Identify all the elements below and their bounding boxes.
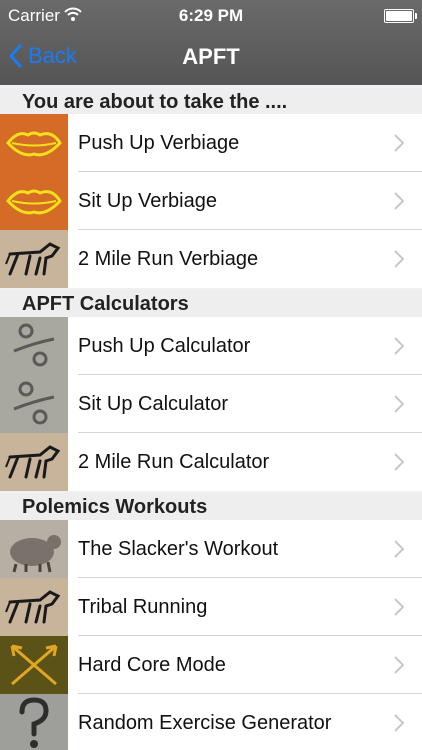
section-header-verbiage: You are about to take the .... — [0, 88, 422, 116]
list-item-push-up-verbiage[interactable]: Push Up Verbiage — [0, 114, 422, 172]
horse-icon — [0, 433, 68, 491]
status-bar: Carrier 6:29 PM — [0, 0, 422, 30]
chevron-right-icon — [394, 656, 404, 674]
lips-icon — [0, 172, 68, 230]
list-item-push-up-calculator[interactable]: Push Up Calculator — [0, 317, 422, 375]
list-item-label: 2 Mile Run Calculator — [78, 451, 270, 473]
percent-icon — [0, 317, 68, 375]
list-item-label: Push Up Verbiage — [78, 132, 240, 154]
list-item-label: Sit Up Calculator — [78, 393, 229, 415]
crossed-arrows-icon — [0, 636, 68, 694]
bear-icon — [0, 520, 68, 578]
page-title: APFT — [182, 44, 240, 69]
horse-icon — [0, 578, 68, 636]
list-item-label: Push Up Calculator — [78, 335, 251, 357]
list-item-slackers-workout[interactable]: The Slacker's Workout — [0, 520, 422, 578]
list-item-2-mile-run-calculator[interactable]: 2 Mile Run Calculator — [0, 433, 422, 491]
chevron-right-icon — [394, 134, 404, 152]
chevron-right-icon — [394, 540, 404, 558]
list-item-label: 2 Mile Run Verbiage — [78, 248, 259, 270]
chevron-right-icon — [394, 714, 404, 732]
list-item-label: Sit Up Verbiage — [78, 190, 217, 212]
list-item-sit-up-verbiage[interactable]: Sit Up Verbiage — [0, 172, 422, 230]
top-bar: Carrier 6:29 PM Back APFT — [0, 0, 422, 85]
list-item-hard-core-mode[interactable]: Hard Core Mode — [0, 636, 422, 694]
list-item-random-exercise-generator[interactable]: Random Exercise Generator — [0, 694, 422, 750]
app-screen: Carrier 6:29 PM Back APFT You are about … — [0, 0, 422, 750]
chevron-right-icon — [394, 250, 404, 268]
list-item-label: The Slacker's Workout — [78, 538, 279, 560]
status-time: 6:29 PM — [178, 6, 244, 25]
list-item-label: Hard Core Mode — [78, 654, 226, 676]
question-mark-icon — [0, 694, 68, 750]
navigation-bar: Back APFT — [0, 30, 422, 85]
list-item-label: Random Exercise Generator — [78, 712, 332, 734]
chevron-right-icon — [394, 453, 404, 471]
section-header-calculators: APFT Calculators — [0, 290, 422, 318]
chevron-right-icon — [394, 192, 404, 210]
chevron-right-icon — [394, 395, 404, 413]
horse-icon — [0, 230, 68, 288]
list-item-sit-up-calculator[interactable]: Sit Up Calculator — [0, 375, 422, 433]
list-item-tribal-running[interactable]: Tribal Running — [0, 578, 422, 636]
chevron-right-icon — [394, 337, 404, 355]
percent-icon — [0, 375, 68, 433]
lips-icon — [0, 114, 68, 172]
battery-icon — [384, 9, 417, 23]
list-item-label: Tribal Running — [78, 596, 208, 618]
list-item-2-mile-run-verbiage[interactable]: 2 Mile Run Verbiage — [0, 230, 422, 288]
section-header-workouts: Polemics Workouts — [0, 493, 422, 521]
chevron-right-icon — [394, 598, 404, 616]
